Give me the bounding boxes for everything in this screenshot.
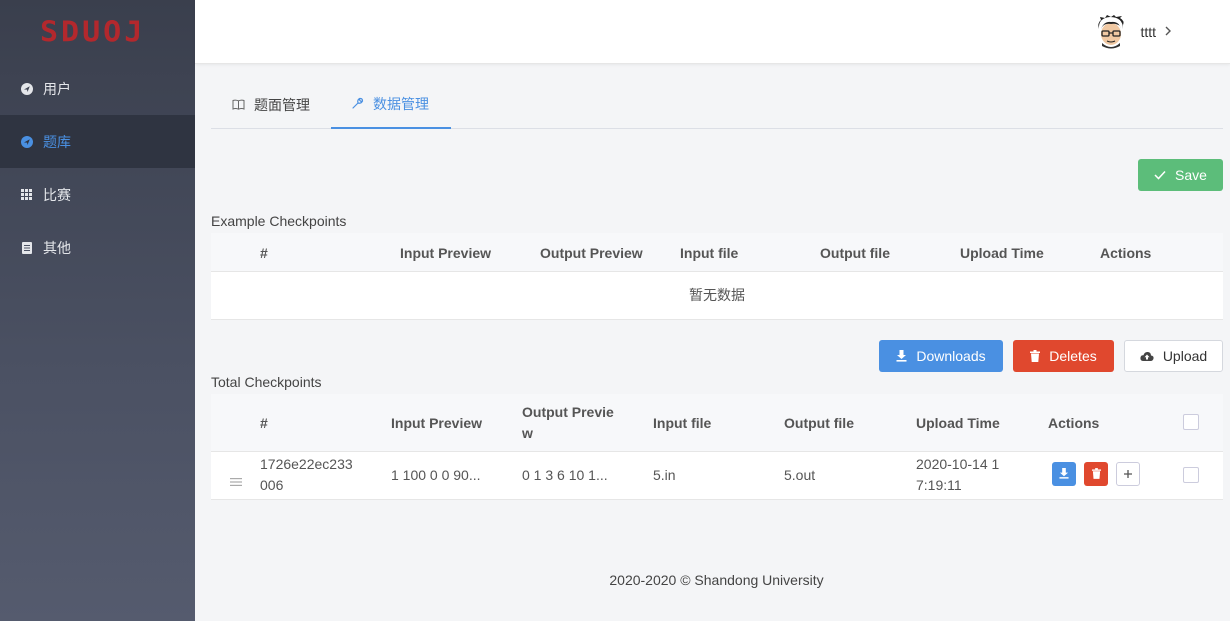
tab-label: 题面管理 xyxy=(254,96,310,113)
sidebar: SDUOJ 用户 题库 比赛 其他 xyxy=(0,0,195,621)
grid-icon xyxy=(20,188,33,201)
deletes-button[interactable]: Deletes xyxy=(1013,340,1114,372)
divider xyxy=(211,451,1223,452)
deletes-button-label: Deletes xyxy=(1049,348,1097,364)
username[interactable]: tttt xyxy=(1140,24,1156,40)
avatar[interactable] xyxy=(1096,15,1126,49)
downloads-button[interactable]: Downloads xyxy=(879,340,1003,372)
example-checkpoints-table: # Input Preview Output Preview Input fil… xyxy=(211,233,1223,320)
top-header: tttt xyxy=(195,0,1230,64)
sidebar-item-label: 比赛 xyxy=(43,186,71,203)
footer-text: 2020-2020 © Shandong University xyxy=(609,572,824,588)
column-header: Input Preview xyxy=(400,245,492,261)
sidebar-item-users[interactable]: 用户 xyxy=(0,62,195,115)
logo-text: SDUOJ xyxy=(40,15,146,49)
empty-text: 暂无数据 xyxy=(689,287,745,303)
column-header: # xyxy=(260,415,268,431)
select-all-checkbox[interactable] xyxy=(1183,414,1199,430)
cloud-upload-icon xyxy=(1140,351,1154,361)
column-header: Output Previe w xyxy=(522,404,614,441)
save-button[interactable]: Save xyxy=(1138,159,1223,191)
sidebar-item-label: 用户 xyxy=(43,80,71,97)
column-header: Upload Time xyxy=(916,415,1000,431)
drag-handle-icon[interactable] xyxy=(230,473,242,489)
column-header: # xyxy=(260,245,268,261)
row-checkbox[interactable] xyxy=(1183,467,1199,483)
sidebar-item-others[interactable]: 其他 xyxy=(0,221,195,274)
user-menu[interactable]: tttt xyxy=(1096,15,1172,49)
output-file: 5.out xyxy=(784,467,816,483)
tab-statement[interactable]: 题面管理 xyxy=(232,80,310,129)
row-download-button[interactable] xyxy=(1052,462,1076,486)
sidebar-item-label: 其他 xyxy=(43,239,71,256)
trash-icon xyxy=(1030,350,1041,362)
upload-button[interactable]: Upload xyxy=(1124,340,1223,372)
input-file: 5.in xyxy=(653,467,676,483)
downloads-button-label: Downloads xyxy=(916,348,986,364)
column-header: Actions xyxy=(1048,415,1100,431)
upload-button-label: Upload xyxy=(1162,348,1208,364)
column-header: Input file xyxy=(680,245,739,261)
save-button-label: Save xyxy=(1175,167,1207,183)
navigation-icon xyxy=(20,82,33,95)
navigation-icon xyxy=(20,135,33,148)
column-header: Upload Time xyxy=(960,245,1044,261)
document-icon xyxy=(20,241,33,254)
column-header: Output file xyxy=(784,415,854,431)
download-icon xyxy=(896,350,907,362)
tab-bar: 题面管理 数据管理 xyxy=(211,80,1223,129)
checkpoint-id: 1726e22ec233 006 xyxy=(260,456,353,493)
tab-data[interactable]: 数据管理 xyxy=(331,80,451,129)
tab-label: 数据管理 xyxy=(373,95,429,112)
plus-icon xyxy=(1123,466,1133,482)
book-icon xyxy=(232,99,245,110)
sidebar-item-label: 题库 xyxy=(43,133,71,150)
divider xyxy=(211,319,1223,320)
upload-time: 2020-10-14 1 7:19:11 xyxy=(916,456,1000,493)
column-header: Actions xyxy=(1100,245,1152,261)
input-preview: 1 100 0 0 90... xyxy=(391,467,481,483)
column-header: Input file xyxy=(653,415,712,431)
row-delete-button[interactable] xyxy=(1084,462,1108,486)
wrench-icon xyxy=(351,97,364,110)
column-header: Output Preview xyxy=(540,245,643,261)
column-header: Input Preview xyxy=(391,415,483,431)
trash-icon xyxy=(1091,466,1101,482)
output-preview: 0 1 3 6 10 1... xyxy=(522,467,608,483)
column-header: Output file xyxy=(820,245,890,261)
total-checkpoints-title: Total Checkpoints xyxy=(211,374,322,390)
sidebar-item-contests[interactable]: 比赛 xyxy=(0,168,195,221)
table-header: # Input Preview Output Preview Input fil… xyxy=(211,233,1223,271)
row-add-button[interactable] xyxy=(1116,462,1140,486)
example-checkpoints-title: Example Checkpoints xyxy=(211,213,347,229)
check-icon xyxy=(1154,170,1166,180)
table-header: # Input Preview Output Previe w Input fi… xyxy=(211,394,1223,451)
sidebar-item-problems[interactable]: 题库 xyxy=(0,115,195,168)
chevron-right-icon[interactable] xyxy=(1164,24,1172,40)
divider xyxy=(211,499,1223,500)
download-icon xyxy=(1059,466,1069,482)
logo[interactable]: SDUOJ xyxy=(0,0,195,64)
